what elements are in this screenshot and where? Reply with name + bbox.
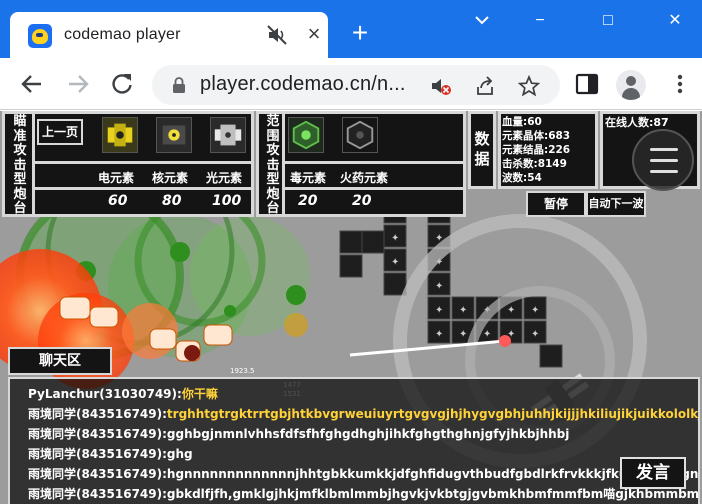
gunpowder-cost: 20 (352, 193, 372, 209)
chat-message: 雨境同学(843516749):hgnnnnnnnnnnnnnjhhtgbkku… (28, 467, 699, 481)
data-label: 数据 (474, 130, 490, 168)
wave-stat: 波数:54 (502, 172, 542, 184)
blocked-sound-icon[interactable] (430, 75, 452, 97)
poison-tower-icon[interactable] (288, 117, 324, 153)
svg-text:✦: ✦ (435, 305, 443, 316)
poison-element-label: 毒元素 (290, 171, 327, 185)
back-arrow-icon[interactable] (18, 70, 46, 98)
gunpowder-element-label: 火药元素 (340, 171, 389, 185)
prev-page-button[interactable]: 上一页 (37, 119, 83, 145)
chat-message: 雨境同学(843516749):gbkdlfjfh,gmklgjhkjmfklb… (28, 487, 700, 501)
light-element-label: 光元素 (206, 171, 243, 185)
tab-close-icon[interactable]: × (302, 23, 326, 47)
chat-message: 雨境同学(843516749):trghhtgtrgktrrtgbjhtkbvg… (28, 407, 700, 421)
hamburger-icon (650, 170, 678, 173)
maximize-button[interactable]: □ (588, 6, 628, 36)
svg-text:✦: ✦ (507, 305, 515, 316)
online-count: 在线人数:87 (605, 116, 669, 129)
light-cost: 100 (212, 193, 242, 209)
send-message-button[interactable]: 发言 (620, 457, 686, 489)
divider (282, 187, 466, 190)
side-panel-icon[interactable] (574, 71, 600, 97)
chat-message: 雨境同学(843516749):ghg (28, 447, 193, 461)
nuclear-tower-icon[interactable] (156, 117, 192, 153)
profile-avatar-icon[interactable] (616, 70, 646, 100)
chat-message: PyLanchur(31030749):你干嘛 (28, 387, 218, 401)
tab-search-chevron-icon[interactable] (474, 14, 490, 26)
reload-icon[interactable] (108, 70, 136, 98)
bookmark-star-icon[interactable] (518, 75, 540, 97)
nuclear-cost: 80 (162, 193, 182, 209)
chat-box: PyLanchur(31030749):你干嘛 雨境同学(843516749):… (8, 377, 700, 504)
svg-text:✦: ✦ (531, 329, 539, 340)
poison-cost: 20 (298, 193, 318, 209)
new-tab-button[interactable]: + (346, 19, 374, 48)
element-crystal-stat: 元素晶体:683 (502, 130, 571, 142)
svg-text:✦: ✦ (391, 257, 399, 268)
address-bar[interactable]: player.codemao.cn/n... (152, 65, 560, 105)
electric-element-label: 电元素 (98, 171, 135, 185)
tab-title: codemao player (64, 26, 181, 43)
svg-text:✦: ✦ (459, 329, 467, 340)
game-viewport[interactable]: ✦✦✦ ✦✦✦ ✦✦✦ ✦✦✦ ✦✦✦ ✦✦ (0, 111, 702, 504)
game-menu-button[interactable] (632, 129, 694, 191)
minimize-button[interactable]: − (520, 6, 560, 36)
divider (32, 187, 254, 190)
tab-strip: codemao player × + − □ ✕ (0, 0, 702, 58)
hamburger-icon (650, 148, 678, 151)
svg-text:✦: ✦ (435, 281, 443, 292)
gunpowder-tower-icon[interactable] (342, 117, 378, 153)
svg-text:✦: ✦ (435, 329, 443, 340)
electric-cost: 60 (108, 193, 128, 209)
svg-text:✦: ✦ (531, 305, 539, 316)
divider (282, 161, 466, 164)
codemao-favicon-icon (28, 24, 52, 48)
svg-text:✦: ✦ (459, 305, 467, 316)
browser-tab[interactable]: codemao player × (10, 12, 328, 58)
svg-text:✦: ✦ (483, 329, 491, 340)
chat-title: 聊天区 (8, 347, 112, 375)
hamburger-icon (650, 159, 678, 162)
svg-text:✦: ✦ (391, 233, 399, 244)
url-text: player.codemao.cn/n... (200, 73, 406, 95)
element-node-stat: 元素结晶:226 (502, 144, 571, 156)
lock-icon (173, 77, 185, 93)
nuclear-element-label: 核元素 (152, 171, 189, 185)
divider (32, 111, 35, 217)
auto-next-wave-button[interactable]: 自动下一波 (586, 191, 646, 217)
forward-arrow-icon[interactable] (64, 70, 92, 98)
window-close-button[interactable]: ✕ (655, 6, 695, 36)
share-icon[interactable] (474, 75, 496, 97)
aim-tower-category-label: 瞄准攻击型炮台 (13, 114, 27, 216)
browser-toolbar: player.codemao.cn/n... (0, 58, 702, 110)
kills-stat: 击杀数:8149 (502, 158, 567, 170)
more-menu-icon[interactable] (670, 72, 690, 96)
light-tower-icon[interactable] (210, 117, 246, 153)
damage-number: 1923.5 (230, 367, 255, 375)
divider (32, 161, 254, 164)
pause-button[interactable]: 暂停 (526, 191, 586, 217)
electric-tower-icon[interactable] (102, 117, 138, 153)
muted-speaker-icon[interactable] (266, 24, 288, 46)
chat-message: 雨境同学(843516749):gghbgjnmnlvhhsfdfsfhfghg… (28, 427, 570, 441)
hp-stat: 血量:60 (502, 116, 542, 128)
divider (282, 111, 285, 217)
